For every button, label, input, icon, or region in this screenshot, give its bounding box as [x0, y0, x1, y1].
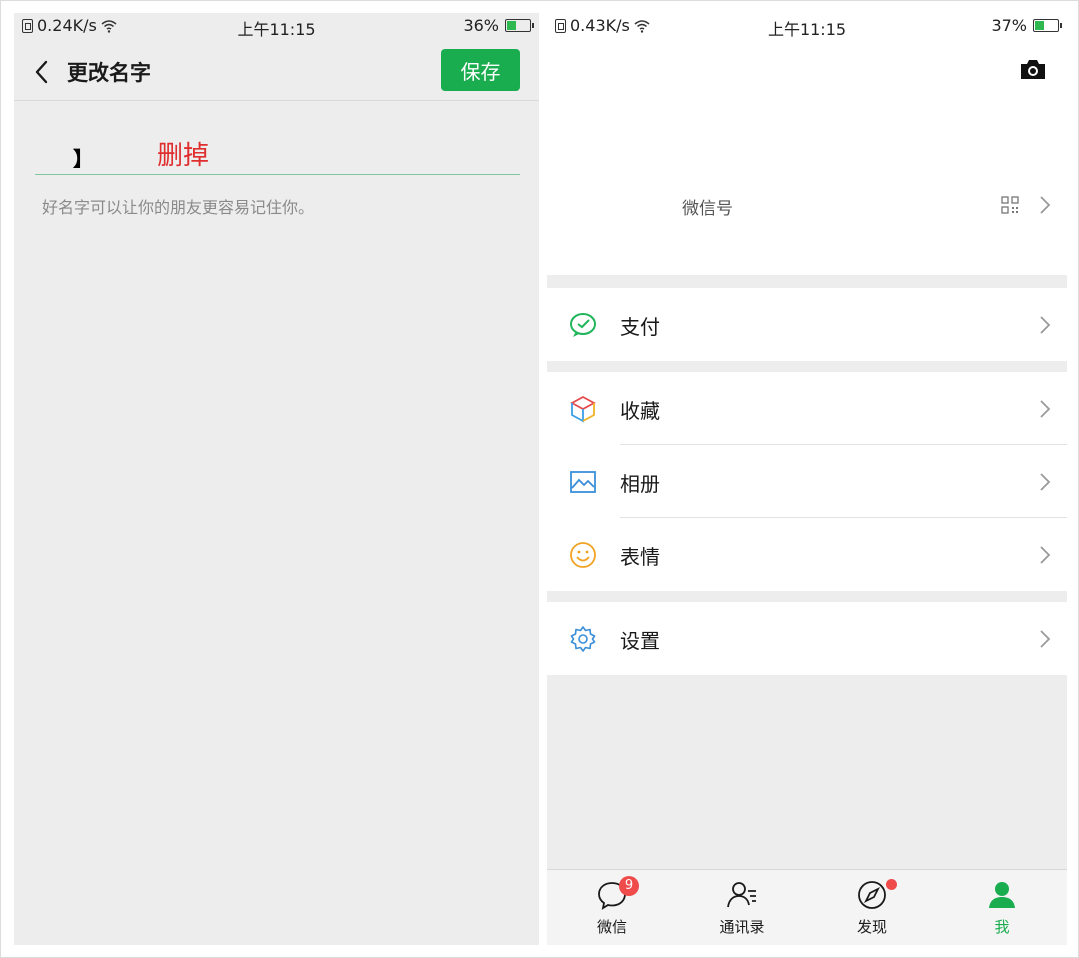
chevron-right-icon	[1040, 473, 1051, 491]
me-icon	[989, 882, 1015, 908]
menu-group-settings: 设置	[547, 602, 1067, 675]
menu-group-pay: 支付	[547, 288, 1067, 361]
battery-percent: 37%	[991, 16, 1027, 35]
battery-indicator: 36%	[463, 16, 534, 35]
tab-discover[interactable]: 发现	[807, 870, 937, 945]
qr-code-icon[interactable]	[1001, 196, 1019, 214]
menu-item-label: 收藏	[620, 399, 660, 423]
battery-icon	[1033, 19, 1062, 32]
battery-fill	[1035, 21, 1044, 30]
header-bar: 更改名字 保存	[14, 43, 539, 101]
menu-item-favorites[interactable]: 收藏	[547, 372, 1067, 445]
screenshot-frame: 0.24K/s 上午11:15 36% 更改名字 保存 】 删掉 好名字可以让你…	[0, 0, 1079, 958]
bottom-tab-bar: 9 微信 通讯录 发现 我	[547, 869, 1067, 945]
favorites-icon	[570, 395, 596, 423]
discover-icon	[858, 881, 886, 909]
tab-chats[interactable]: 9 微信	[547, 870, 677, 945]
status-time: 上午11:15	[237, 20, 316, 39]
delete-annotation: 删掉	[157, 141, 210, 171]
sticker-icon	[570, 542, 596, 568]
unread-badge: 9	[619, 876, 639, 896]
battery-icon	[505, 19, 534, 32]
menu-item-settings[interactable]: 设置	[547, 602, 1067, 675]
menu-item-album[interactable]: 相册	[547, 445, 1067, 518]
status-time: 上午11:15	[767, 20, 847, 39]
settings-icon	[570, 626, 596, 652]
wechat-id-label: 微信号	[682, 199, 733, 219]
tab-label: 通讯录	[719, 918, 765, 936]
name-hint: 好名字可以让你的朋友更容易记住你。	[42, 198, 315, 217]
album-icon	[570, 471, 596, 493]
change-name-screen: 0.24K/s 上午11:15 36% 更改名字 保存 】 删掉 好名字可以让你…	[14, 13, 539, 945]
chevron-right-icon	[1040, 196, 1051, 214]
tab-label: 微信	[596, 918, 627, 936]
chevron-right-icon	[1040, 400, 1051, 418]
contacts-icon	[727, 882, 756, 908]
battery-fill	[507, 21, 516, 30]
tab-me[interactable]: 我	[937, 870, 1067, 945]
name-input-value: 】	[73, 147, 93, 171]
tab-contacts[interactable]: 通讯录	[677, 870, 807, 945]
tab-label: 我	[994, 918, 1010, 936]
pay-icon	[570, 313, 596, 337]
menu-item-stickers[interactable]: 表情	[547, 518, 1067, 591]
notification-dot	[886, 879, 897, 890]
camera-icon[interactable]	[1019, 57, 1047, 81]
profile-card[interactable]: 微信号	[547, 39, 1067, 275]
me-screen: 0.43K/s 上午11:15 37% 微信号 支付 收藏 相册 表情 设置 9…	[547, 13, 1067, 945]
status-bar: 0.43K/s 上午11:15 37%	[547, 13, 1067, 39]
status-bar: 0.24K/s 上午11:15 36%	[14, 13, 539, 39]
battery-indicator: 37%	[991, 16, 1062, 35]
chevron-right-icon	[1040, 630, 1051, 648]
menu-group-collections: 收藏 相册 表情	[547, 372, 1067, 591]
tab-label: 发现	[856, 918, 887, 936]
name-input[interactable]: 】 删掉	[35, 139, 520, 175]
menu-item-pay[interactable]: 支付	[547, 288, 1067, 361]
save-button[interactable]: 保存	[441, 49, 520, 91]
chevron-right-icon	[1040, 546, 1051, 564]
chevron-right-icon	[1040, 316, 1051, 334]
menu-item-label: 表情	[620, 545, 660, 569]
battery-percent: 36%	[463, 16, 499, 35]
menu-item-label: 设置	[620, 629, 660, 653]
back-arrow-icon[interactable]	[32, 59, 54, 85]
menu-item-label: 支付	[620, 315, 660, 339]
menu-item-label: 相册	[620, 472, 660, 496]
page-title: 更改名字	[67, 61, 151, 85]
